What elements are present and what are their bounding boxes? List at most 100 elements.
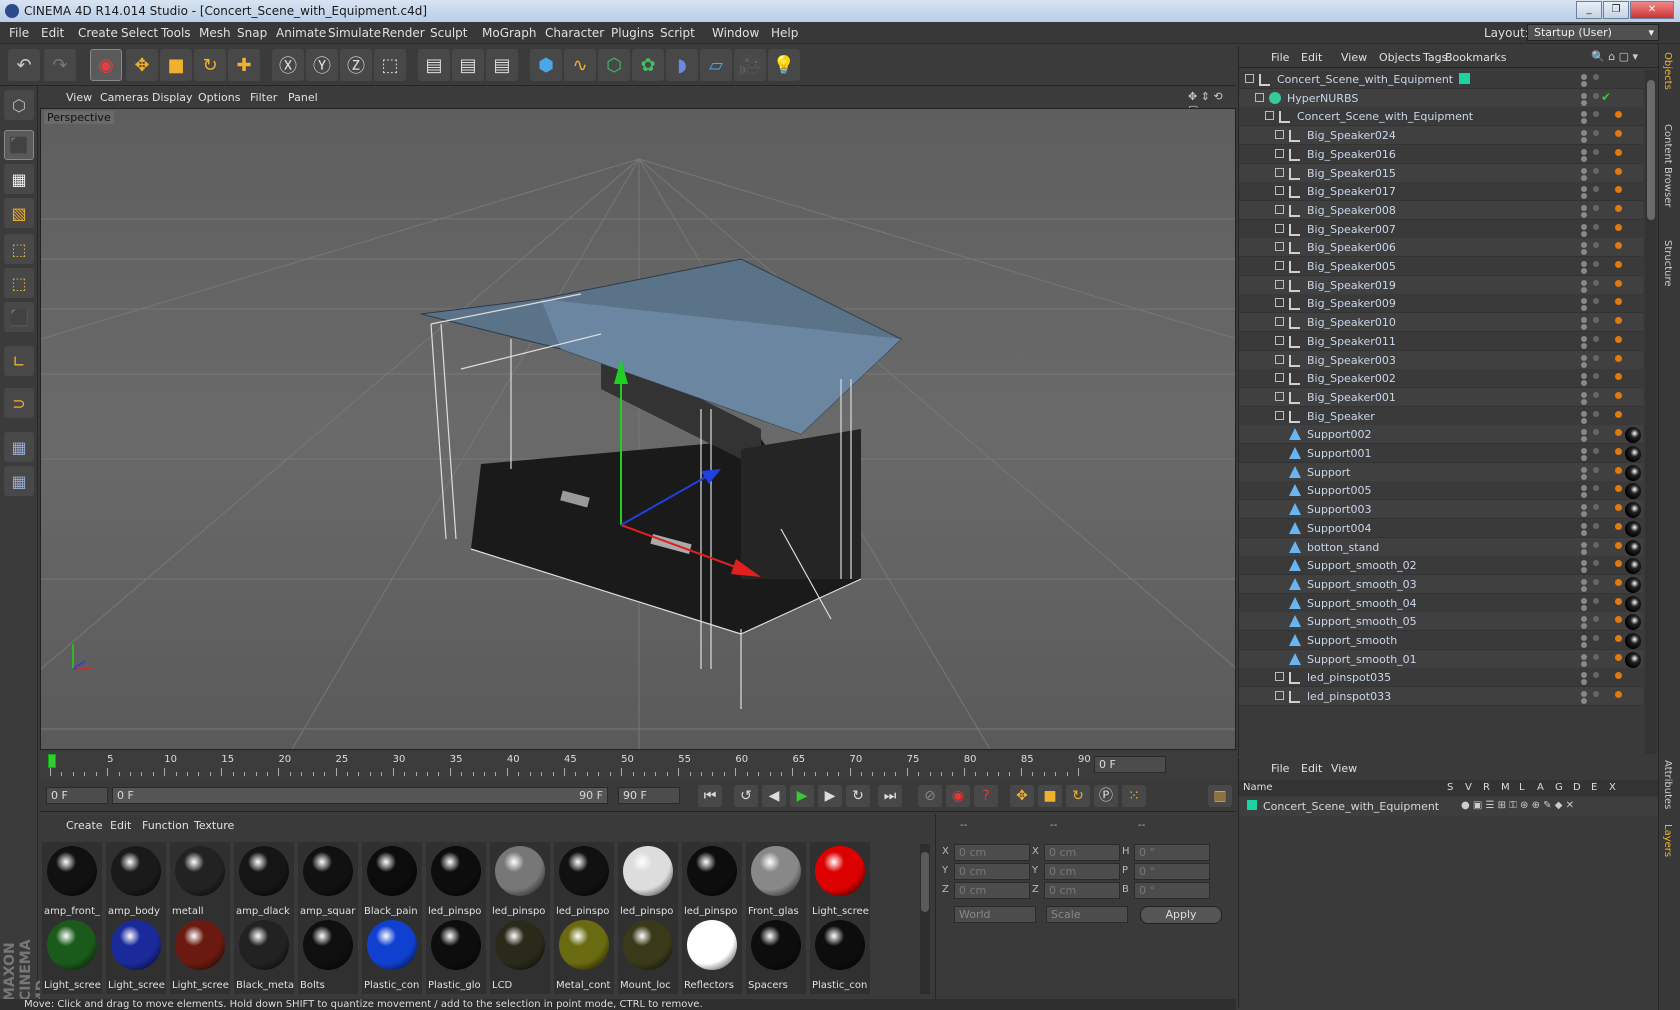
layer-column-header[interactable]: Name bbox=[1243, 782, 1273, 793]
menu-mograph[interactable]: MoGraph bbox=[482, 26, 537, 40]
menu-window[interactable]: Window bbox=[712, 26, 759, 40]
expand-toggle-icon[interactable] bbox=[1275, 410, 1284, 420]
layer-column-header[interactable]: G bbox=[1555, 782, 1563, 793]
enabled-check-icon[interactable]: ✔ bbox=[1601, 90, 1611, 104]
viewport-menu-filter[interactable]: Filter bbox=[250, 91, 277, 104]
enable-dot[interactable] bbox=[1593, 111, 1599, 118]
enable-dot[interactable] bbox=[1593, 391, 1599, 398]
floor-icon[interactable]: ▱ bbox=[700, 49, 732, 81]
material-scrollbar[interactable] bbox=[920, 844, 930, 994]
object-row[interactable]: Support005 bbox=[1239, 481, 1643, 501]
object-row[interactable]: Concert_Scene_with_Equipment bbox=[1239, 107, 1643, 127]
object-row[interactable]: led_pinspot035 bbox=[1239, 668, 1643, 688]
material-tag-icon[interactable] bbox=[1625, 614, 1641, 631]
world-select[interactable]: World bbox=[954, 906, 1036, 923]
material-menu-texture[interactable]: Texture bbox=[194, 819, 234, 832]
go-to-start-icon[interactable]: ⏮ bbox=[698, 785, 722, 807]
z-axis-lock-icon[interactable]: Ⓩ bbox=[340, 49, 372, 81]
editor-visibility-dot[interactable] bbox=[1581, 578, 1587, 585]
coord-value-field[interactable]: 0 cm bbox=[1044, 882, 1120, 899]
editor-visibility-dot[interactable] bbox=[1581, 691, 1587, 698]
array-icon[interactable]: ✿ bbox=[632, 49, 664, 81]
render-visibility-dot[interactable] bbox=[1581, 342, 1587, 349]
material-tag-icon[interactable] bbox=[1625, 539, 1641, 556]
enable-dot[interactable] bbox=[1593, 223, 1599, 230]
enable-dot[interactable] bbox=[1593, 279, 1599, 286]
render-visibility-dot[interactable] bbox=[1581, 361, 1587, 368]
material-swatch[interactable]: amp_body bbox=[106, 842, 166, 920]
enable-dot[interactable] bbox=[1593, 261, 1599, 267]
render-visibility-dot[interactable] bbox=[1581, 118, 1587, 125]
expand-toggle-icon[interactable] bbox=[1275, 391, 1284, 401]
material-swatch[interactable]: Light_scree bbox=[106, 916, 166, 994]
object-menu-file[interactable]: File bbox=[1271, 51, 1289, 64]
expand-toggle-icon[interactable] bbox=[1275, 148, 1284, 158]
layer-flag-icons[interactable]: ● ▣ ☰ ⊞ ⚿ ⊛ ⊕ ✎ ◆ ✕ bbox=[1461, 800, 1574, 811]
material-swatch[interactable]: Plastic_glo bbox=[426, 916, 486, 994]
material-swatch[interactable]: Metal_cont bbox=[554, 916, 614, 994]
object-row[interactable]: botton_stand bbox=[1239, 537, 1643, 557]
editor-visibility-dot[interactable] bbox=[1581, 429, 1587, 436]
material-swatch[interactable]: Bolts bbox=[298, 916, 358, 994]
live-selection-icon[interactable]: ◉ bbox=[90, 49, 122, 81]
enable-dot[interactable] bbox=[1593, 335, 1599, 342]
material-swatch[interactable]: led_pinspo bbox=[426, 842, 486, 920]
material-swatch[interactable]: Light_scree bbox=[42, 916, 102, 994]
render-visibility-dot[interactable] bbox=[1581, 529, 1587, 536]
material-swatch[interactable]: Light_scree bbox=[170, 916, 230, 994]
layer-column-header[interactable]: R bbox=[1483, 782, 1490, 793]
render-visibility-dot[interactable] bbox=[1581, 417, 1587, 424]
display-tag-icon[interactable] bbox=[1615, 466, 1622, 474]
render-visibility-dot[interactable] bbox=[1581, 230, 1587, 237]
menu-mesh[interactable]: Mesh bbox=[199, 26, 231, 40]
coord-value-field[interactable]: 0 ° bbox=[1134, 882, 1210, 899]
material-swatch[interactable]: Black_pain bbox=[362, 842, 422, 920]
render-visibility-dot[interactable] bbox=[1581, 249, 1587, 256]
expand-toggle-icon[interactable] bbox=[1275, 279, 1284, 289]
layer-column-header[interactable]: X bbox=[1609, 782, 1616, 793]
display-tag-icon[interactable] bbox=[1615, 691, 1622, 699]
layer-menu-view[interactable]: View bbox=[1331, 762, 1357, 775]
minimize-button[interactable]: _ bbox=[1576, 1, 1602, 19]
expand-toggle-icon[interactable] bbox=[1275, 354, 1284, 364]
layer-column-header[interactable]: S bbox=[1447, 782, 1453, 793]
display-tag-icon[interactable] bbox=[1615, 354, 1622, 362]
key-position-icon[interactable]: ✥ bbox=[1010, 785, 1034, 807]
redo-icon[interactable]: ↷ bbox=[44, 49, 76, 81]
nurbs-icon[interactable]: ⬡ bbox=[598, 49, 630, 81]
editor-visibility-dot[interactable] bbox=[1581, 167, 1587, 174]
object-row[interactable]: Support_smooth_05 bbox=[1239, 612, 1643, 632]
expand-toggle-icon[interactable] bbox=[1275, 167, 1284, 177]
enable-dot[interactable] bbox=[1593, 691, 1599, 698]
object-row[interactable]: Big_Speaker002 bbox=[1239, 369, 1643, 389]
display-tag-icon[interactable] bbox=[1615, 635, 1622, 642]
render-visibility-dot[interactable] bbox=[1581, 99, 1587, 106]
render-visibility-dot[interactable] bbox=[1581, 492, 1587, 499]
render-visibility-dot[interactable] bbox=[1581, 567, 1587, 574]
render-visibility-dot[interactable] bbox=[1581, 268, 1587, 274]
material-swatch[interactable]: led_pinspo bbox=[682, 842, 742, 920]
layer-column-header[interactable]: D bbox=[1573, 782, 1581, 793]
editor-visibility-dot[interactable] bbox=[1581, 130, 1587, 137]
editor-visibility-dot[interactable] bbox=[1581, 279, 1587, 286]
editor-visibility-dot[interactable] bbox=[1581, 485, 1587, 492]
render-visibility-dot[interactable] bbox=[1581, 380, 1587, 387]
light-icon[interactable]: 💡 bbox=[768, 49, 800, 81]
display-tag-icon[interactable] bbox=[1615, 522, 1622, 530]
expand-toggle-icon[interactable] bbox=[1275, 204, 1284, 214]
tab-objects[interactable]: Objects bbox=[1662, 52, 1673, 90]
enable-dot[interactable] bbox=[1593, 653, 1599, 660]
menu-render[interactable]: Render bbox=[382, 26, 425, 40]
render-view-icon[interactable]: ▤ bbox=[418, 49, 450, 81]
layer-color-swatch[interactable] bbox=[1459, 73, 1470, 84]
menu-file[interactable]: File bbox=[9, 26, 29, 40]
recent-tools-icon[interactable]: ✚ bbox=[228, 49, 260, 81]
menu-select[interactable]: Select bbox=[121, 26, 158, 40]
object-scrollbar[interactable] bbox=[1645, 70, 1657, 754]
editor-visibility-dot[interactable] bbox=[1581, 541, 1587, 548]
end-frame-field[interactable]: 90 F bbox=[618, 787, 680, 804]
display-tag-icon[interactable] bbox=[1615, 335, 1622, 343]
render-picture-viewer-icon[interactable]: ▤ bbox=[452, 49, 484, 81]
render-visibility-dot[interactable] bbox=[1581, 155, 1587, 162]
layer-column-header[interactable]: V bbox=[1465, 782, 1472, 793]
